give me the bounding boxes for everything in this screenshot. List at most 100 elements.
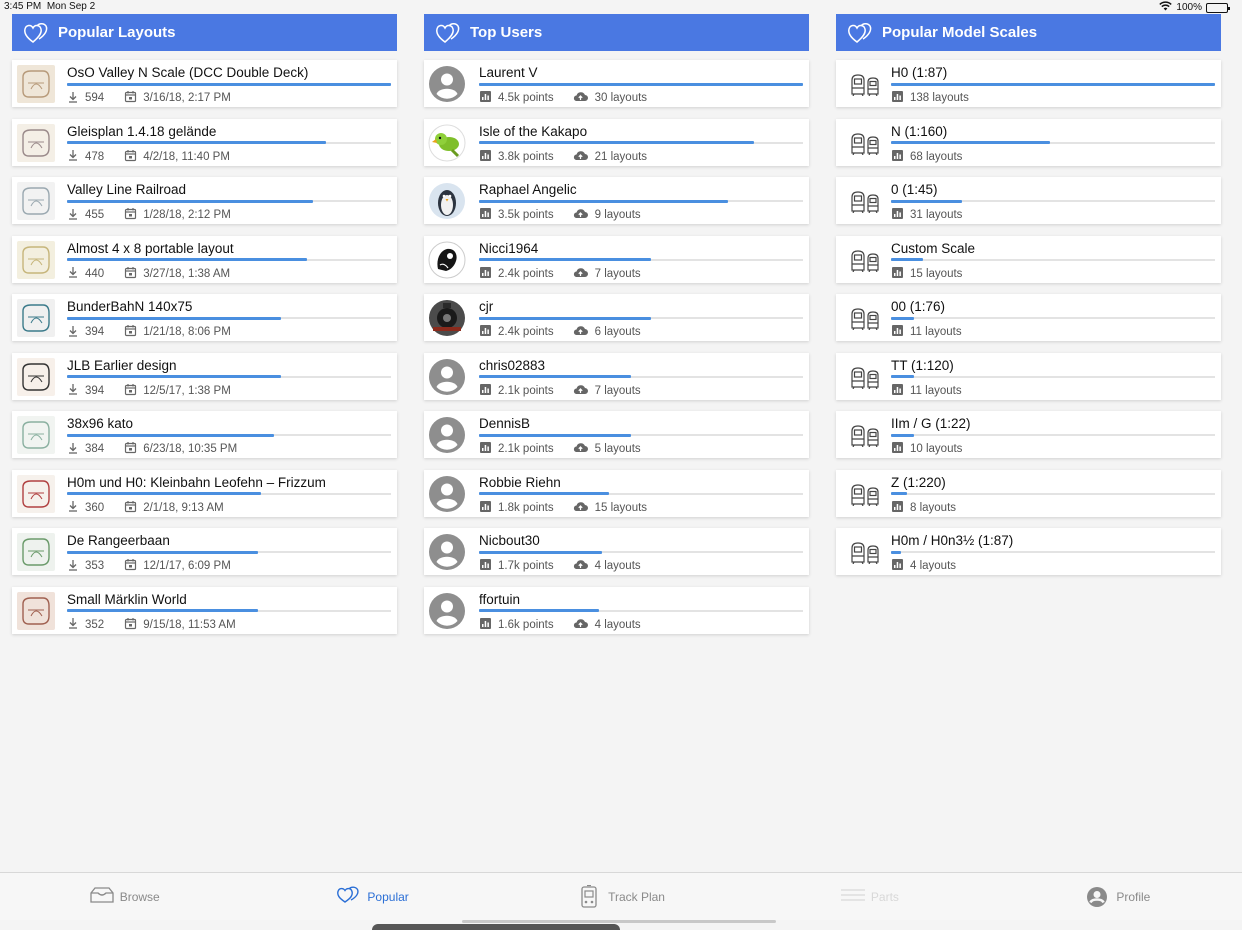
layout-card[interactable]: Gleisplan 1.4.18 gelände 478 4/2/18, 11:40… [12, 118, 397, 166]
popularity-bar-track [891, 258, 1215, 261]
layout-title: Small Märklin World [67, 591, 187, 607]
scale-card[interactable]: 00 (1:76) 11 layouts [836, 294, 1221, 341]
popularity-bar-track [891, 492, 1215, 495]
scale-layouts-count: 68 layouts [910, 150, 963, 163]
scale-card[interactable]: N (1:160) 68 layouts [836, 118, 1221, 166]
default-avatar-icon [429, 475, 465, 512]
user-card[interactable]: cjr 2.4k points 6 layouts [424, 294, 809, 341]
user-card[interactable]: DennisB 2.1k points 5 layouts [424, 411, 809, 458]
layout-date: 12/1/17, 6:09 PM [143, 560, 231, 572]
layout-thumbnail [17, 299, 55, 337]
tab-popular[interactable]: Popular [248, 873, 496, 920]
battery-percent: 100% [1176, 2, 1202, 13]
card-meta: 1.8k points 15 layouts [479, 500, 647, 516]
layout-title: H0m und H0: Kleinbahn Leofehn – Frizzum [67, 474, 326, 490]
card-meta: 360 2/1/18, 9:13 AM [67, 500, 224, 516]
user-name: Laurent V [479, 65, 538, 80]
cloud-upload-icon [572, 441, 589, 457]
layout-thumbnail [17, 357, 55, 396]
layout-card[interactable]: OsO Valley N Scale (DCC Double Deck) 594 3… [12, 60, 397, 107]
scale-layouts-count: 138 layouts [910, 92, 969, 104]
cloud-upload-icon [572, 558, 589, 574]
user-name: DennisB [479, 416, 531, 431]
track-plan-icon [581, 884, 597, 908]
user-card[interactable]: chris02883 2.1k points 7 layouts [424, 352, 809, 400]
scale-layouts-count: 15 layouts [910, 267, 963, 280]
tab-label: Track Plan [608, 889, 665, 904]
layouts-chart-icon [891, 149, 904, 165]
user-card[interactable]: Nicci1964 2.4k points 7 layouts [424, 235, 809, 283]
calendar-icon [124, 617, 137, 633]
layout-card[interactable]: Valley Line Railroad 455 1/28/18, 2:12 PM [12, 177, 397, 224]
scale-card[interactable]: H0m / H0n3½ (1:87) 4 layouts [836, 528, 1221, 575]
scale-name: TT (1:120) [891, 357, 954, 373]
users-list: Laurent V 4.5k points 30 layouts Isle of th… [424, 60, 809, 634]
user-layouts-count: 7 layouts [594, 384, 641, 397]
card-meta: 384 6/23/18, 10:35 PM [67, 441, 237, 457]
scale-name: IIm / G (1:22) [891, 416, 971, 431]
cloud-upload-icon [572, 90, 589, 106]
popularity-bar-track [67, 550, 391, 554]
card-meta: 352 9/15/18, 11:53 AM [67, 617, 236, 633]
layout-date: 2/1/18, 9:13 AM [143, 501, 224, 514]
user-card[interactable]: Robbie Riehn 1.8k points 15 layouts [424, 469, 809, 517]
status-right: 100% [1159, 1, 1230, 14]
train-scale-icon [851, 366, 879, 389]
card-meta: 353 12/1/17, 6:09 PM [67, 558, 231, 574]
user-layouts-count: 5 layouts [594, 443, 641, 455]
scale-card[interactable]: Custom Scale 15 layouts [836, 235, 1221, 283]
default-avatar-icon [429, 592, 465, 629]
scale-card[interactable]: Z (1:220) 8 layouts [836, 469, 1221, 517]
user-card[interactable]: Laurent V 4.5k points 30 layouts [424, 60, 809, 107]
layout-date: 12/5/17, 1:38 PM [143, 384, 231, 397]
user-card[interactable]: ffortuin 1.6k points 4 layouts [424, 586, 809, 634]
user-card[interactable]: Raphael Angelic 3.5k points 9 layouts [424, 177, 809, 224]
user-card[interactable]: Nicbout30 1.7k points 4 layouts [424, 528, 809, 575]
battery-icon [1206, 2, 1230, 13]
default-avatar-icon [429, 66, 465, 102]
popularity-bar-track [67, 492, 391, 495]
tab-parts[interactable]: Parts [745, 873, 993, 920]
card-meta: 394 12/5/17, 1:38 PM [67, 383, 231, 399]
scale-name: 00 (1:76) [891, 299, 946, 314]
calendar-icon [124, 90, 137, 106]
layouts-chart-icon [891, 558, 904, 574]
user-points: 1.7k points [498, 560, 554, 572]
scale-name: Custom Scale [891, 240, 976, 256]
scale-card[interactable]: H0 (1:87) 138 layouts [836, 60, 1221, 107]
tab-browse[interactable]: Browse [0, 873, 248, 920]
layout-card[interactable]: H0m und H0: Kleinbahn Leofehn – Frizzum 3… [12, 469, 397, 517]
layout-date: 6/23/18, 10:35 PM [143, 443, 238, 455]
tab-track-plan[interactable]: Track Plan [497, 873, 745, 920]
default-avatar-icon [429, 417, 465, 453]
layout-card[interactable]: Almost 4 x 8 portable layout 440 3/27/18, … [12, 235, 397, 283]
scale-name: 0 (1:45) [891, 182, 938, 197]
points-chart-icon [479, 441, 492, 457]
user-name: Nicci1964 [479, 240, 539, 256]
popularity-bar [479, 492, 609, 495]
user-name: Isle of the Kakapo [479, 123, 588, 139]
download-count: 455 [85, 209, 105, 221]
scale-card[interactable]: IIm / G (1:22) 10 layouts [836, 411, 1221, 458]
card-meta: 1.7k points 4 layouts [479, 558, 641, 574]
layout-card[interactable]: 38x96 kato 384 6/23/18, 10:35 PM [12, 411, 397, 458]
user-avatar [429, 183, 465, 219]
download-icon [67, 149, 79, 164]
card-meta: 594 3/16/18, 2:17 PM [67, 90, 231, 106]
layout-card[interactable]: Small Märklin World 352 9/15/18, 11:53 AM [12, 586, 397, 634]
scale-card[interactable]: TT (1:120) 11 layouts [836, 352, 1221, 400]
status-time: 3:45 PM Mon Sep 2 [4, 1, 96, 12]
layout-card[interactable]: De Rangeerbaan 353 12/1/17, 6:09 PM [12, 528, 397, 575]
scale-card[interactable]: 0 (1:45) 31 layouts [836, 177, 1221, 224]
tab-profile[interactable]: Profile [994, 873, 1242, 920]
user-layouts-count: 7 layouts [594, 267, 641, 280]
layout-card[interactable]: BunderBahN 140x75 394 1/21/18, 8:06 PM [12, 294, 397, 341]
wifi-icon [1159, 1, 1173, 14]
scale-layouts-count: 10 layouts [910, 443, 963, 455]
popularity-bar [479, 433, 632, 437]
user-points: 2.1k points [498, 384, 554, 397]
popularity-bar [891, 492, 908, 495]
user-card[interactable]: Isle of the Kakapo 3.8k points 21 layouts [424, 118, 809, 166]
layout-card[interactable]: JLB Earlier design 394 12/5/17, 1:38 PM [12, 352, 397, 400]
train-scale-icon [851, 132, 879, 155]
